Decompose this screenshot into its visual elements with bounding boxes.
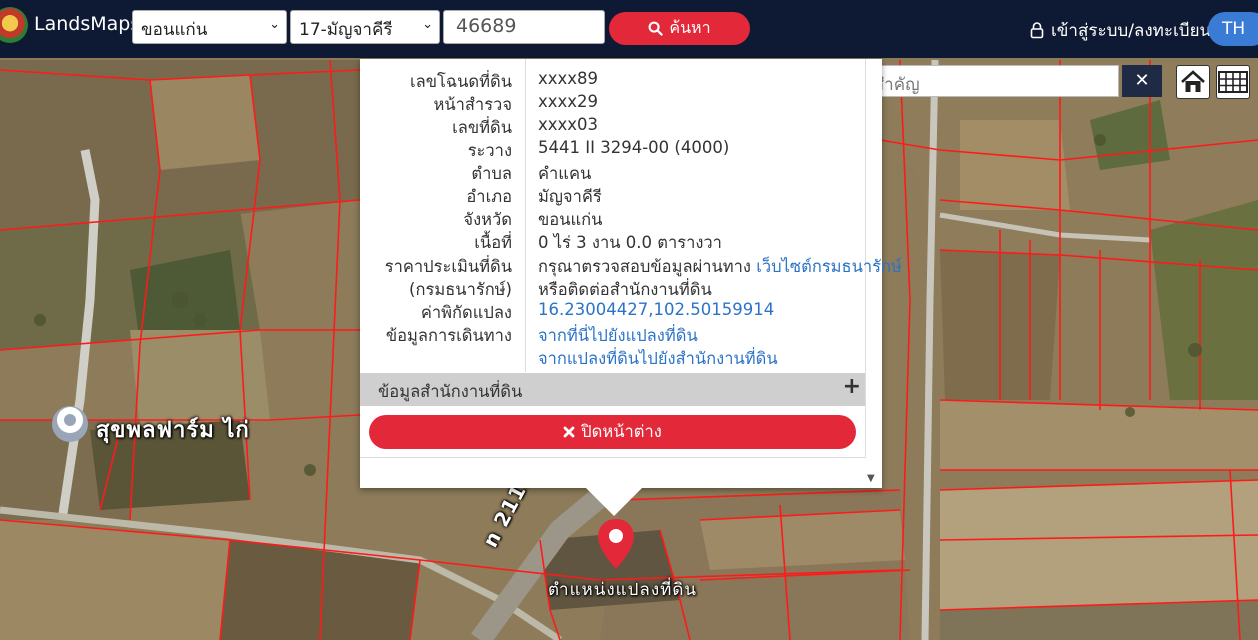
price-row: ราคาประเมินที่ดิน กรุณาตรวจสอบข้อมูลผ่าน… [360,254,902,277]
info-value: 0 ไร่ 3 งาน 0.0 ตารางวา [538,233,722,252]
info-row: เลขโฉนดที่ดิน xxxx89 [360,69,865,92]
info-label: เนื้อที่ [474,233,512,252]
district-select-value: 17-มัญจาคีรี [299,20,393,40]
home-button[interactable] [1176,65,1210,99]
info-value: xxxx89 [538,69,599,88]
price-row-2: (กรมธนารักษ์) หรือติดต่อสำนักงานที่ดิน [360,277,865,300]
login-link[interactable]: เข้าสู่ระบบ/ลงทะเบียน [1030,17,1211,44]
chevron-down-icon: ⌄ [422,17,433,32]
plot-number-input[interactable]: 46689 [443,10,605,44]
login-label: เข้าสู่ระบบ/ลงทะเบียน [1051,21,1212,41]
info-row: ระวาง 5441 II 3294-00 (4000) [360,138,865,161]
info-value: xxxx29 [538,92,599,111]
lock-icon [1030,22,1044,39]
info-row: เลขที่ดิน xxxx03 [360,115,865,138]
office-info-section[interactable]: ข้อมูลสำนักงานที่ดิน + [360,373,865,406]
grid-icon [1218,71,1248,93]
travel-row-2: จากแปลงที่ดินไปยังสำนักงานที่ดิน [360,346,865,369]
price-text: กรุณาตรวจสอบข้อมูลผ่านทาง [538,257,751,276]
search-button-label: ค้นหา [669,18,711,37]
brand-name[interactable]: LandsMaps [34,13,140,35]
search-icon [648,21,664,36]
info-row: ตำบล คำแคน [360,161,865,184]
info-row: หน้าสำรวจ xxxx29 [360,92,865,115]
district-select[interactable]: 17-มัญจาคีรี ⌄ [290,10,440,44]
department-logo [0,7,28,43]
plus-icon[interactable]: + [843,374,861,399]
chevron-down-icon: ⌄ [269,17,280,32]
treasury-website-link[interactable]: เว็บไซต์กรมธนารักษ์ [756,257,902,276]
marker-label: ตำแหน่งแปลงที่ดิน [548,580,698,600]
popup-pointer [586,488,642,516]
language-button[interactable]: TH [1208,12,1258,46]
parcel-info-popup: เลขโฉนดที่ดิน xxxx89 หน้าสำรวจ xxxx29 เล… [360,59,902,488]
poi-marker-icon [52,406,88,442]
province-select[interactable]: ขอนแก่น ⌄ [132,10,287,44]
coord-row: ค่าพิกัดแปลง 16.23004427,102.50159914 [360,300,865,323]
close-button-label: ปิดหน้าต่าง [581,422,662,441]
popup-content: เลขโฉนดที่ดิน xxxx89 หน้าสำรวจ xxxx29 เล… [360,59,902,458]
province-select-value: ขอนแก่น [141,20,208,40]
route-to-office-link[interactable]: จากแปลงที่ดินไปยังสำนักงานที่ดิน [538,346,778,372]
info-value: xxxx03 [538,115,599,134]
info-row: จังหวัด ขอนแก่น [360,207,865,230]
close-popup-button[interactable]: ปิดหน้าต่าง [369,415,856,449]
info-row: เนื้อที่ 0 ไร่ 3 งาน 0.0 ตารางวา [360,230,865,253]
coord-link[interactable]: 16.23004427,102.50159914 [538,300,774,319]
poi-label: สุขพลฟาร์ม ไก่ [96,418,250,443]
info-row: อำเภอ มัญจาคีรี [360,184,865,207]
info-value: 5441 II 3294-00 (4000) [538,138,730,157]
clear-search-button[interactable]: ✕ [1122,65,1162,97]
grid-button[interactable] [1216,65,1250,99]
search-button[interactable]: ค้นหา [609,12,750,45]
office-section-title: ข้อมูลสำนักงานที่ดิน [378,382,523,401]
close-icon [563,426,575,438]
top-navbar: LandsMaps ขอนแก่น ⌄ 17-มัญจาคีรี ⌄ 46689… [0,0,1258,58]
home-icon [1181,70,1205,92]
travel-row: ข้อมูลการเดินทาง จากที่นี่ไปยังแปลงที่ดิ… [360,323,865,346]
map-pin-icon[interactable] [596,517,636,573]
scroll-down-icon[interactable]: ▼ [867,473,875,484]
